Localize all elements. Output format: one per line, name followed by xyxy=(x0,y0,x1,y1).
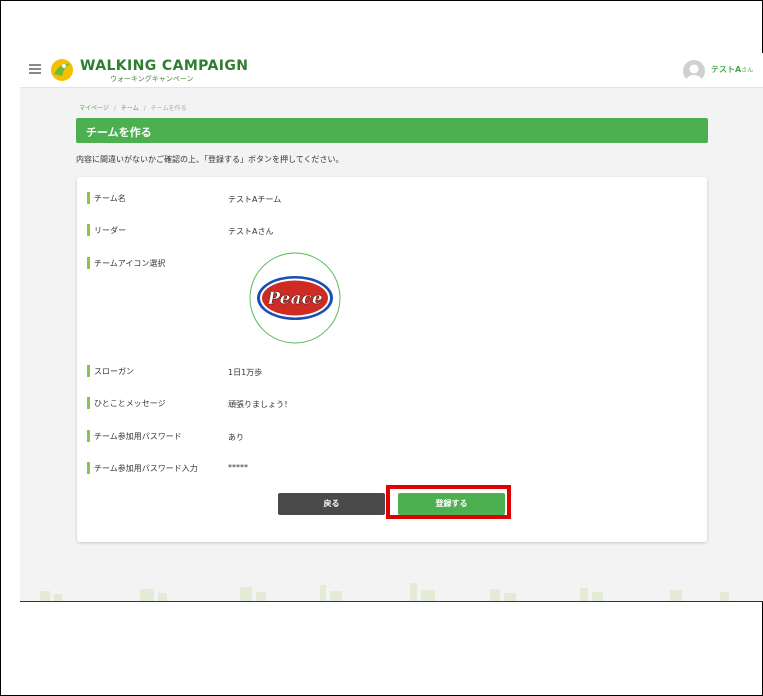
message-value: 頑張りましょう！ xyxy=(228,400,292,409)
team-icon-image: Peace xyxy=(249,252,341,344)
team-icon-label: チームアイコン選択 xyxy=(87,257,165,269)
breadcrumb-separator: / xyxy=(143,105,146,112)
password-input-value: ***** xyxy=(228,463,248,472)
user-avatar-icon xyxy=(686,64,702,82)
password-input-label: チーム参加用パスワード入力 xyxy=(87,462,198,474)
user-name-text: テストA xyxy=(711,65,742,74)
breadcrumb-team[interactable]: チーム xyxy=(121,105,139,112)
instruction-text: 内容に間違いがないかご確認の上、「登録する」ボタンを押してください。 xyxy=(76,155,344,164)
header: WALKING CAMPAIGN ウォーキングキャンペーン テストAさん xyxy=(20,53,763,88)
breadcrumb-separator: / xyxy=(113,105,116,112)
team-name-label: チーム名 xyxy=(87,192,126,204)
user-name[interactable]: テストAさん xyxy=(711,64,753,75)
walking-logo-icon[interactable] xyxy=(50,58,74,82)
message-label: ひとことメッセージ xyxy=(87,397,166,409)
password-value: あり xyxy=(228,433,244,442)
team-name-value: テストAチーム xyxy=(228,195,282,204)
hamburger-menu-icon[interactable] xyxy=(29,64,41,75)
city-skyline-decoration xyxy=(40,583,729,601)
user-honorific: さん xyxy=(741,67,754,74)
brand-subtitle: ウォーキングキャンペーン xyxy=(110,75,194,83)
register-button-highlight xyxy=(386,485,511,519)
leader-label: リーダー xyxy=(87,224,126,236)
breadcrumb-mypage[interactable]: マイページ xyxy=(79,105,109,112)
avatar[interactable] xyxy=(683,60,705,82)
team-icon-text: Peace xyxy=(266,289,323,309)
back-button[interactable]: 戻る xyxy=(278,493,385,515)
page-title-bar: チームを作る xyxy=(76,118,708,143)
slogan-value: 1日1万歩 xyxy=(228,368,263,377)
breadcrumb: マイページ / チーム / チームを作る xyxy=(79,103,187,112)
page-title: チームを作る xyxy=(86,126,152,139)
browser-viewport: WALKING CAMPAIGN ウォーキングキャンペーン テストAさん マイペ… xyxy=(20,53,763,602)
leader-value: テストAさん xyxy=(228,227,274,236)
slogan-label: スローガン xyxy=(87,365,134,377)
password-label: チーム参加用パスワード xyxy=(87,430,182,442)
breadcrumb-current: チームを作る xyxy=(150,105,187,112)
brand-title[interactable]: WALKING CAMPAIGN xyxy=(80,58,248,74)
